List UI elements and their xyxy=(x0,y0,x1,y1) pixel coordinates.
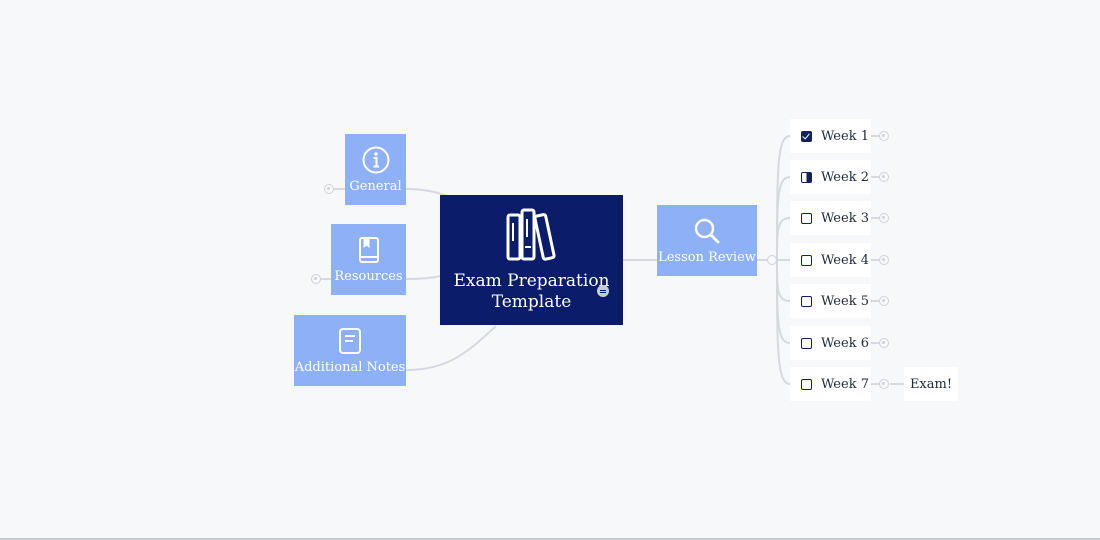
node-general[interactable]: General xyxy=(345,134,406,205)
collapse-toggle-week-6[interactable] xyxy=(879,338,889,348)
collapse-toggle-week-2[interactable] xyxy=(879,172,889,182)
connector-week-5 xyxy=(776,259,791,302)
week-label: Week 4 xyxy=(821,252,869,268)
node-resources-label: Resources xyxy=(334,268,403,284)
node-additional-notes[interactable]: Additional Notes xyxy=(294,315,406,386)
node-week-4[interactable]: Week 4 xyxy=(790,243,871,277)
checkbox-unchecked-icon[interactable] xyxy=(801,254,812,266)
connector-additional-notes xyxy=(405,325,497,371)
node-week-2[interactable]: Week 2 xyxy=(790,160,871,194)
branch-joint[interactable] xyxy=(767,255,777,265)
node-lesson-review-label: Lesson Review xyxy=(658,249,756,265)
search-icon xyxy=(694,218,720,243)
collapse-toggle-week-5[interactable] xyxy=(879,296,889,306)
node-general-label: General xyxy=(349,178,402,194)
collapse-toggle-general[interactable] xyxy=(324,184,334,194)
node-lesson-review[interactable]: Lesson Review xyxy=(657,205,757,276)
collapse-toggle-resources[interactable] xyxy=(311,274,321,284)
node-week-6[interactable]: Week 6 xyxy=(790,326,871,360)
collapse-toggle-week-4[interactable] xyxy=(879,255,889,265)
node-week-5[interactable]: Week 5 xyxy=(790,284,871,318)
books-icon xyxy=(506,208,556,261)
week-label: Week 5 xyxy=(821,293,869,309)
connector-week-stubs xyxy=(871,135,879,385)
node-exam-label: Exam! xyxy=(909,376,953,392)
mindmap-canvas[interactable]: General Resources Additional Notes Exam … xyxy=(0,0,1100,540)
note-icon[interactable] xyxy=(597,285,609,297)
connector-week-3 xyxy=(776,217,791,261)
collapse-toggle-week-3[interactable] xyxy=(879,213,889,223)
node-week-7[interactable]: Week 7 xyxy=(790,367,871,401)
checkbox-partial-icon[interactable] xyxy=(801,171,812,183)
node-root[interactable]: Exam Preparation Template xyxy=(440,195,623,325)
week-label: Week 7 xyxy=(821,376,869,392)
node-week-3[interactable]: Week 3 xyxy=(790,201,871,235)
checkbox-unchecked-icon[interactable] xyxy=(801,212,812,224)
week-label: Week 1 xyxy=(821,128,869,144)
node-resources[interactable]: Resources xyxy=(331,224,406,295)
node-week-1[interactable]: Week 1 xyxy=(790,119,871,153)
checkbox-checked-icon[interactable] xyxy=(801,130,812,142)
notepad-icon xyxy=(339,327,361,354)
checkbox-unchecked-icon[interactable] xyxy=(801,295,812,307)
checkbox-unchecked-icon[interactable] xyxy=(801,337,812,349)
collapse-toggle-week-7[interactable] xyxy=(879,379,889,389)
week-label: Week 3 xyxy=(821,210,869,226)
collapse-toggle-week-1[interactable] xyxy=(879,131,889,141)
week-label: Week 6 xyxy=(821,335,869,351)
week-label: Week 2 xyxy=(821,169,869,185)
book-icon xyxy=(358,236,379,263)
info-icon xyxy=(362,146,389,173)
checkbox-unchecked-icon[interactable] xyxy=(801,378,812,390)
connector-resources xyxy=(405,275,441,280)
node-additional-notes-label: Additional Notes xyxy=(294,359,406,375)
root-label: Exam Preparation Template xyxy=(453,271,610,312)
node-exam[interactable]: Exam! xyxy=(904,367,958,401)
